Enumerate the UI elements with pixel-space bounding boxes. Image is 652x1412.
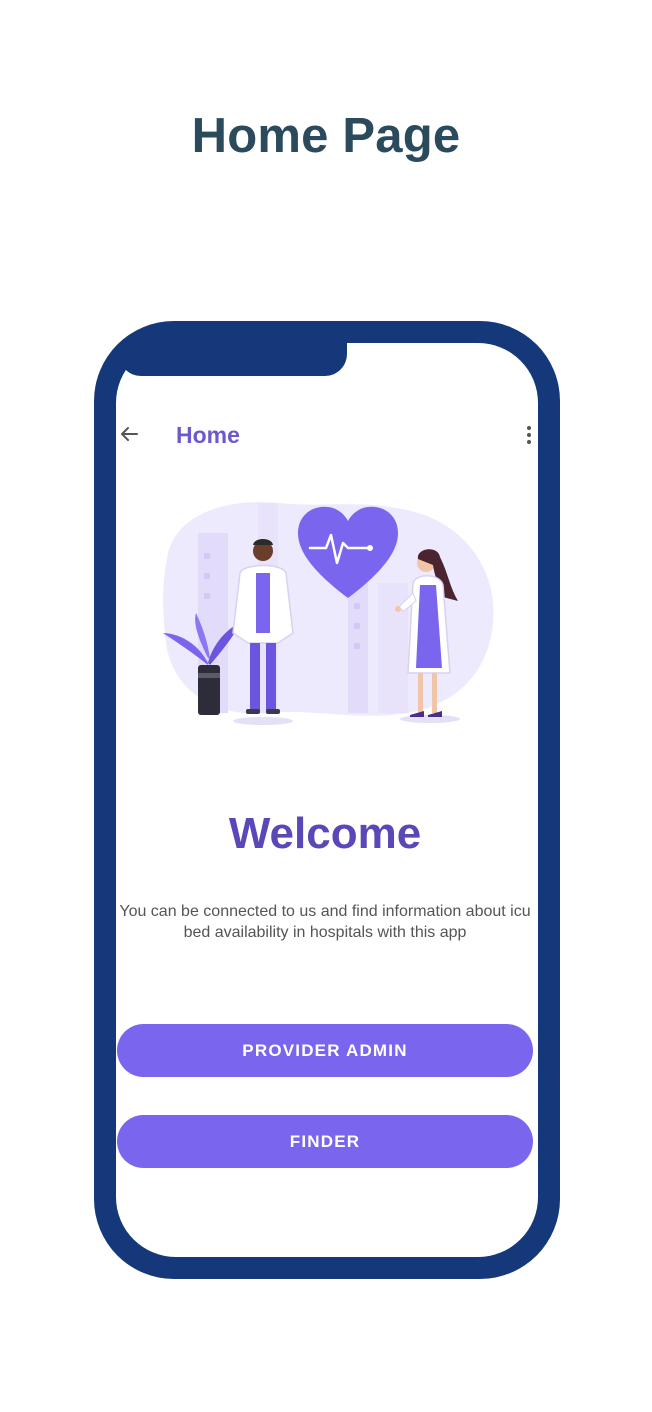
doctors-illustration xyxy=(163,502,494,725)
finder-button[interactable]: FINDER xyxy=(117,1115,533,1168)
arrow-left-icon[interactable] xyxy=(118,423,140,445)
more-vertical-icon[interactable] xyxy=(524,423,534,447)
page-title: Home Page xyxy=(191,109,461,163)
phone-notch xyxy=(119,343,347,376)
provider-admin-button[interactable]: PROVIDER ADMIN xyxy=(117,1024,533,1077)
phone-frame: Home Welcome You can be connected to us … xyxy=(94,321,560,1279)
phone-screen: Home Welcome You can be connected to us … xyxy=(116,343,538,1257)
welcome-heading: Welcome xyxy=(228,809,422,858)
welcome-description: You can be connected to us and find info… xyxy=(119,903,531,941)
app-bar-title: Home xyxy=(176,422,240,448)
